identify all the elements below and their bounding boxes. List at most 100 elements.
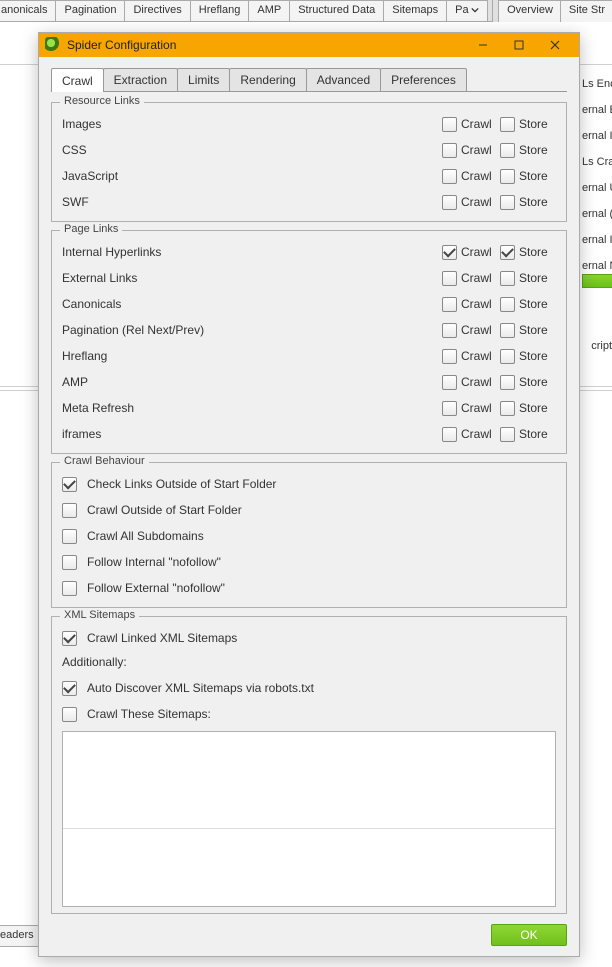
window-minimize-button[interactable] bbox=[465, 33, 501, 57]
checkbox-crawl[interactable] bbox=[442, 323, 457, 338]
option-row: JavaScriptCrawlStore bbox=[62, 163, 556, 189]
col-label: Store bbox=[519, 401, 548, 415]
sitemaps-textarea[interactable] bbox=[62, 731, 556, 907]
option-row: Crawl All Subdomains bbox=[62, 523, 556, 549]
option-label: Canonicals bbox=[62, 297, 442, 311]
checkbox-crawl[interactable] bbox=[442, 297, 457, 312]
bg-tab[interactable]: Site Str bbox=[560, 0, 612, 22]
close-icon bbox=[550, 40, 560, 50]
tab-extraction[interactable]: Extraction bbox=[103, 68, 178, 91]
side-item: Ls Enc bbox=[582, 78, 612, 104]
option-label: SWF bbox=[62, 195, 442, 209]
bg-tab-dropdown[interactable]: Pa bbox=[446, 0, 487, 21]
col-label: Crawl bbox=[461, 271, 492, 285]
checkbox-crawl[interactable] bbox=[442, 427, 457, 442]
option-label: iframes bbox=[62, 427, 442, 441]
option-label: Auto Discover XML Sitemaps via robots.tx… bbox=[87, 681, 314, 695]
window-close-button[interactable] bbox=[537, 33, 573, 57]
side-item: ernal I bbox=[582, 130, 612, 156]
window-maximize-button[interactable] bbox=[501, 33, 537, 57]
option-label: Crawl Linked XML Sitemaps bbox=[87, 631, 237, 645]
checkbox[interactable] bbox=[62, 503, 77, 518]
checkbox[interactable] bbox=[62, 555, 77, 570]
checkbox-store[interactable] bbox=[500, 323, 515, 338]
checkbox-store[interactable] bbox=[500, 375, 515, 390]
option-label: Follow External "nofollow" bbox=[87, 581, 225, 595]
checkbox-crawl[interactable] bbox=[442, 195, 457, 210]
checkbox-crawl[interactable] bbox=[442, 169, 457, 184]
checkbox-store[interactable] bbox=[500, 245, 515, 260]
checkbox-crawl[interactable] bbox=[442, 143, 457, 158]
tab-preferences[interactable]: Preferences bbox=[380, 68, 467, 91]
side-item: ernal E bbox=[582, 104, 612, 130]
bg-tab[interactable]: Sitemaps bbox=[383, 0, 447, 21]
dialog-titlebar: Spider Configuration bbox=[39, 33, 579, 57]
option-label: Follow Internal "nofollow" bbox=[87, 555, 221, 569]
bg-tab[interactable]: Structured Data bbox=[289, 0, 384, 21]
checkbox-store[interactable] bbox=[500, 117, 515, 132]
dialog-title: Spider Configuration bbox=[67, 38, 176, 52]
additionally-label: Additionally: bbox=[62, 655, 556, 669]
col-label: Store bbox=[519, 117, 548, 131]
checkbox-store[interactable] bbox=[500, 169, 515, 184]
bg-tab[interactable]: anonicals bbox=[0, 0, 56, 21]
col-label: Store bbox=[519, 169, 548, 183]
option-label: Crawl All Subdomains bbox=[87, 529, 204, 543]
progress-bar-fragment bbox=[582, 274, 612, 288]
checkbox-crawl[interactable] bbox=[442, 401, 457, 416]
checkbox-store[interactable] bbox=[500, 143, 515, 158]
checkbox-crawl-linked-sitemaps[interactable] bbox=[62, 631, 77, 646]
option-label: Crawl These Sitemaps: bbox=[87, 707, 211, 721]
group-legend: XML Sitemaps bbox=[60, 609, 139, 621]
maximize-icon bbox=[514, 40, 524, 50]
checkbox-crawl[interactable] bbox=[442, 271, 457, 286]
option-label: AMP bbox=[62, 375, 442, 389]
col-label: Crawl bbox=[461, 117, 492, 131]
tab-rendering[interactable]: Rendering bbox=[229, 68, 306, 91]
tab-crawl[interactable]: Crawl bbox=[51, 68, 104, 92]
checkbox[interactable] bbox=[62, 581, 77, 596]
option-label: CSS bbox=[62, 143, 442, 157]
tab-advanced[interactable]: Advanced bbox=[306, 68, 381, 91]
checkbox-crawl[interactable] bbox=[442, 375, 457, 390]
col-label: Crawl bbox=[461, 427, 492, 441]
bg-tab[interactable]: Hreflang bbox=[190, 0, 250, 21]
checkbox-store[interactable] bbox=[500, 271, 515, 286]
col-label: Crawl bbox=[461, 143, 492, 157]
bg-tab[interactable]: Overview bbox=[498, 0, 561, 22]
checkbox[interactable] bbox=[62, 477, 77, 492]
checkbox-crawl-these-sitemaps[interactable] bbox=[62, 707, 77, 722]
checkbox-store[interactable] bbox=[500, 297, 515, 312]
checkbox-auto-discover-sitemaps[interactable] bbox=[62, 681, 77, 696]
checkbox-store[interactable] bbox=[500, 427, 515, 442]
option-row: iframesCrawlStore bbox=[62, 421, 556, 447]
checkbox-store[interactable] bbox=[500, 195, 515, 210]
col-label: Crawl bbox=[461, 245, 492, 259]
ok-button[interactable]: OK bbox=[491, 924, 567, 946]
bg-tab[interactable]: AMP bbox=[248, 0, 290, 21]
bg-tab[interactable]: Directives bbox=[124, 0, 190, 21]
option-row: ImagesCrawlStore bbox=[62, 111, 556, 137]
group-xml-sitemaps: XML Sitemaps Crawl Linked XML Sitemaps A… bbox=[51, 616, 567, 914]
chevron-down-icon bbox=[471, 6, 479, 14]
col-label: Store bbox=[519, 375, 548, 389]
bg-tab-headers[interactable]: eaders bbox=[0, 925, 40, 947]
option-row: HreflangCrawlStore bbox=[62, 343, 556, 369]
checkbox-crawl[interactable] bbox=[442, 245, 457, 260]
tab-limits[interactable]: Limits bbox=[177, 68, 230, 91]
checkbox[interactable] bbox=[62, 529, 77, 544]
checkbox-store[interactable] bbox=[500, 401, 515, 416]
checkbox-crawl[interactable] bbox=[442, 349, 457, 364]
option-row: External LinksCrawlStore bbox=[62, 265, 556, 291]
col-label: Store bbox=[519, 195, 548, 209]
option-row: Meta RefreshCrawlStore bbox=[62, 395, 556, 421]
checkbox-store[interactable] bbox=[500, 349, 515, 364]
side-item: ernal I bbox=[582, 234, 612, 260]
col-label: Crawl bbox=[461, 169, 492, 183]
group-page-links: Page Links Internal HyperlinksCrawlStore… bbox=[51, 230, 567, 454]
option-row: AMPCrawlStore bbox=[62, 369, 556, 395]
bg-tab[interactable]: Pagination bbox=[55, 0, 125, 21]
checkbox-crawl[interactable] bbox=[442, 117, 457, 132]
col-label: Crawl bbox=[461, 297, 492, 311]
option-label: Meta Refresh bbox=[62, 401, 442, 415]
